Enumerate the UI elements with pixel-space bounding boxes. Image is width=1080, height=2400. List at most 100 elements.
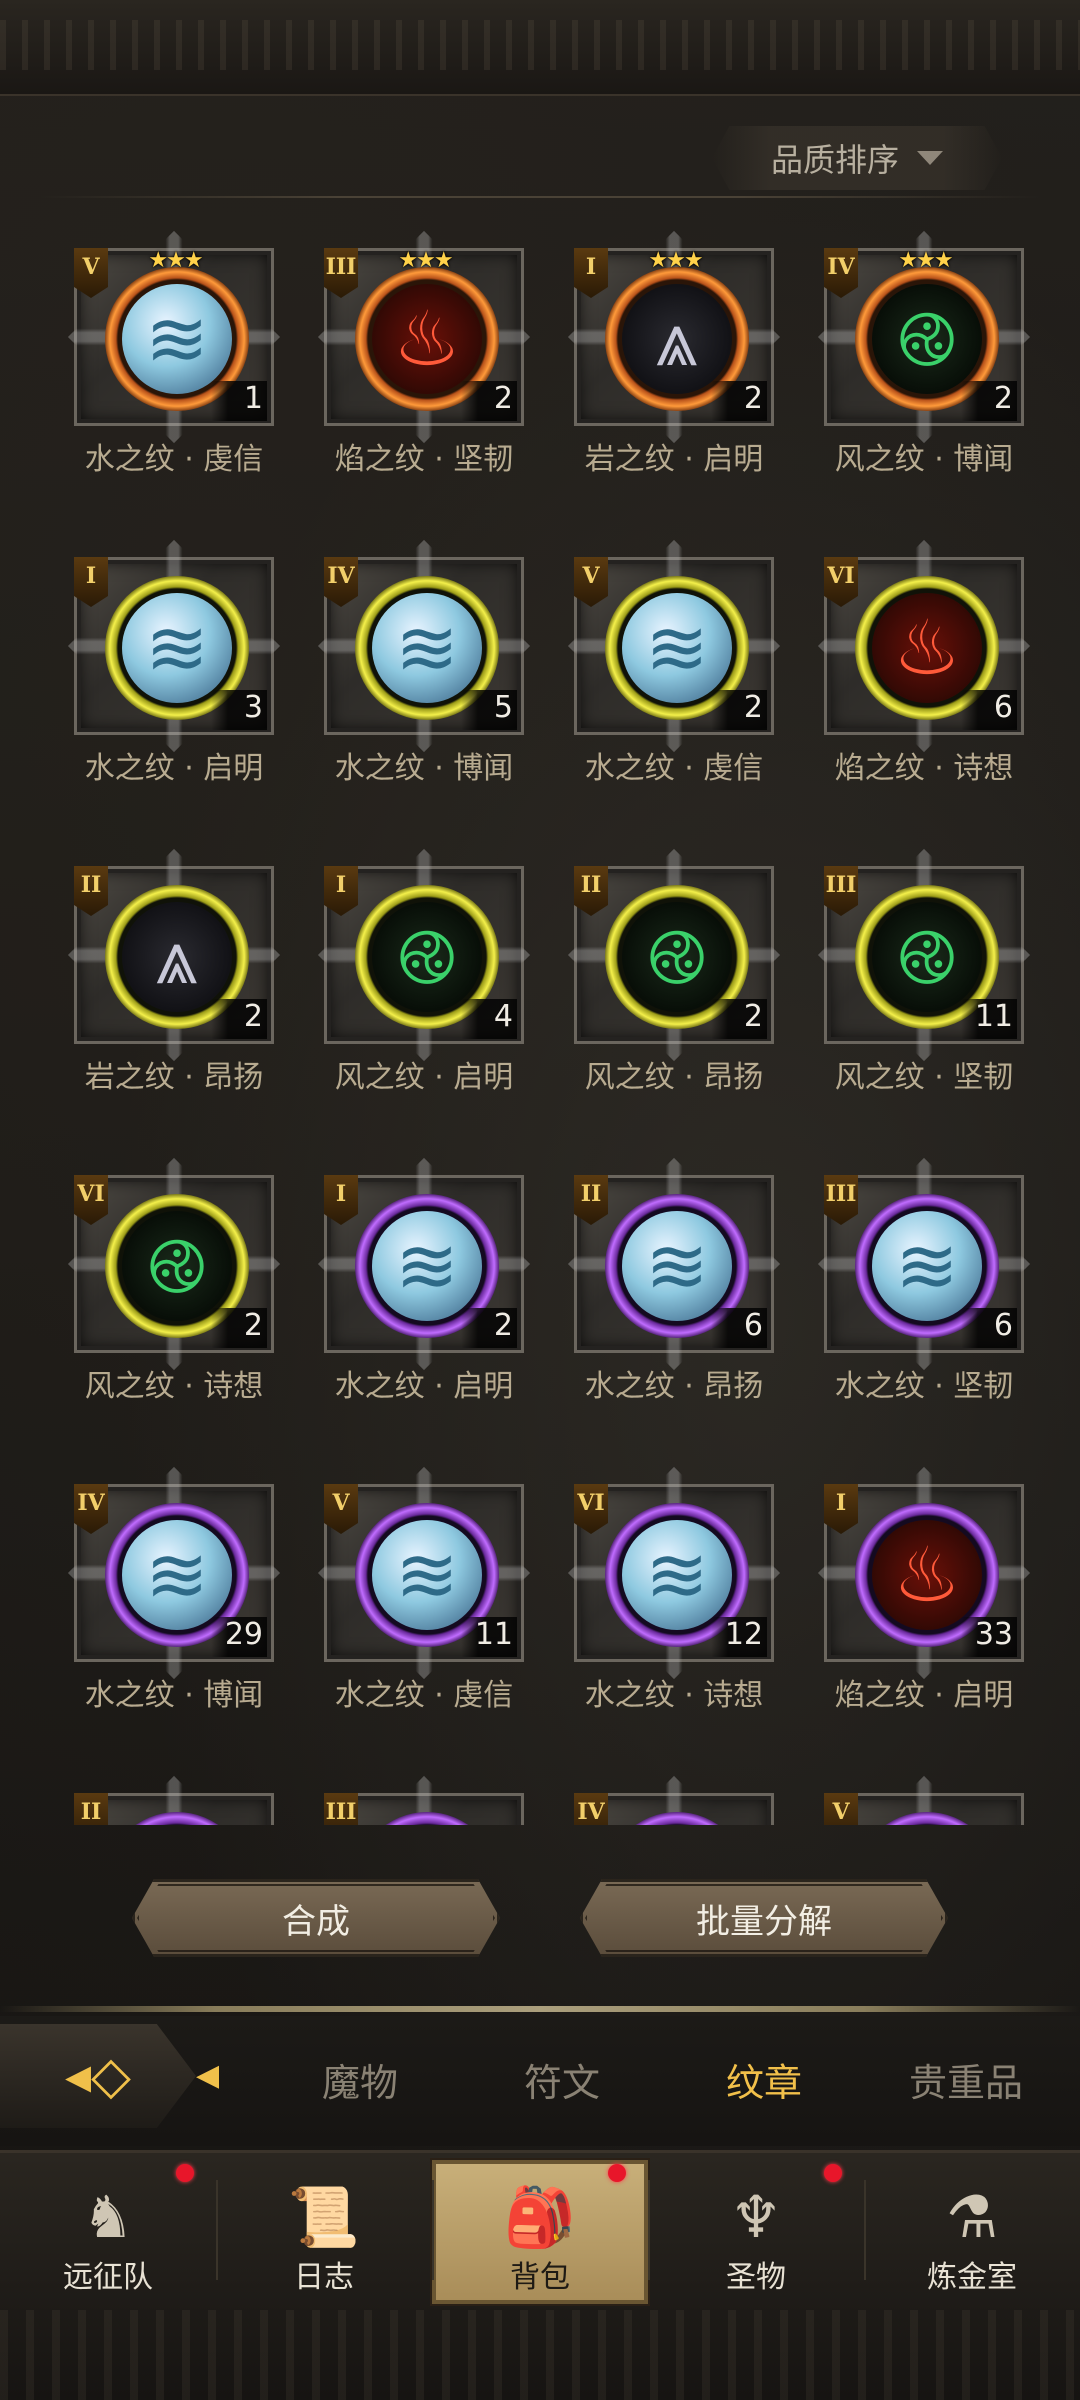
nav-item-5[interactable]: ⚗ 炼金室 xyxy=(864,2160,1080,2304)
emblem-item[interactable]: ≋ 29 IV 水之纹 · 博闻 xyxy=(74,1484,274,1744)
tab-2[interactable]: 符文 xyxy=(462,2052,662,2112)
emblem-item[interactable]: ࿋ 11 III 风之纹 · 坚韧 xyxy=(824,866,1024,1126)
tab-4[interactable]: 贵重品 xyxy=(866,2052,1066,2112)
emblem-medal: ≋ xyxy=(605,1812,749,1825)
rock-emblem-icon: ⩓ xyxy=(622,284,732,394)
emblem-item[interactable]: ≋ 6 II 水之纹 · 昂扬 xyxy=(574,1175,774,1435)
emblem-item[interactable]: ⩓ 2 I ★★★ 岩之纹 · 启明 xyxy=(574,248,774,508)
item-count: 2 xyxy=(711,999,767,1039)
emblem-medal: ≋ xyxy=(105,1812,249,1825)
water-emblem-icon: ≋ xyxy=(622,1211,732,1321)
emblem-item[interactable]: ≋ 5 IV 水之纹 · 博闻 xyxy=(324,557,524,817)
water-emblem-icon: ≋ xyxy=(622,1520,732,1630)
nav-label: 圣物 xyxy=(726,2260,786,2295)
bottom-ornament xyxy=(0,2310,1080,2400)
emblem-item[interactable]: ࿋ 2 VI 风之纹 · 诗想 xyxy=(74,1175,274,1435)
emblem-name: 水之纹 · 诗想 xyxy=(584,1678,764,1713)
rock-emblem-icon: ⩓ xyxy=(122,902,232,1012)
back-arrow-button[interactable]: ◂◇ xyxy=(0,2024,196,2128)
emblem-item[interactable]: ࿋ 4 I 风之纹 · 启明 xyxy=(324,866,524,1126)
emblem-item[interactable]: ≋ IV xyxy=(574,1793,774,1825)
item-count: 11 xyxy=(461,1617,517,1657)
emblem-item[interactable]: ≋ 2 I 水之纹 · 启明 xyxy=(324,1175,524,1435)
scroll-left-icon[interactable]: ◀ xyxy=(196,2058,219,2093)
notification-dot xyxy=(824,2164,842,2182)
emblem-item[interactable]: ≋ V xyxy=(824,1793,1024,1825)
item-count: 3 xyxy=(211,690,267,730)
item-count: 2 xyxy=(211,1308,267,1348)
water-emblem-icon: ≋ xyxy=(372,593,482,703)
notification-dot xyxy=(176,2164,194,2182)
emblem-name: 焰之纹 · 坚韧 xyxy=(334,442,514,477)
emblem-item[interactable]: ≋ 2 V 水之纹 · 虔信 xyxy=(574,557,774,817)
gold-divider xyxy=(0,2006,1080,2012)
nav-separator xyxy=(864,2180,866,2280)
emblem-name: 焰之纹 · 启明 xyxy=(834,1678,1014,1713)
emblem-name: 水之纹 · 启明 xyxy=(84,751,264,786)
item-count: 2 xyxy=(211,999,267,1039)
emblem-name: 水之纹 · 虔信 xyxy=(584,751,764,786)
torch-icon: ♆ xyxy=(730,2183,782,2251)
item-count: 29 xyxy=(211,1617,267,1657)
emblem-name: 风之纹 · 启明 xyxy=(334,1060,514,1095)
item-count: 4 xyxy=(461,999,517,1039)
emblem-item[interactable]: ≋ III xyxy=(324,1793,524,1825)
nav-separator xyxy=(216,2180,218,2280)
emblem-item[interactable]: ♨ 6 VI 焰之纹 · 诗想 xyxy=(824,557,1024,817)
emblem-item[interactable]: ≋ 6 III 水之纹 · 坚韧 xyxy=(824,1175,1024,1435)
notification-dot xyxy=(608,2164,626,2182)
emblem-item[interactable]: ≋ 11 V 水之纹 · 虔信 xyxy=(324,1484,524,1744)
wind-emblem-icon: ࿋ xyxy=(872,902,982,1012)
item-count: 2 xyxy=(961,381,1017,421)
item-count: 2 xyxy=(461,1308,517,1348)
arrow-left-icon: ◂◇ xyxy=(64,2046,132,2106)
nav-item-2[interactable]: 📜 日志 xyxy=(216,2160,432,2304)
emblem-item[interactable]: ≋ 3 I 水之纹 · 启明 xyxy=(74,557,274,817)
fire-emblem-icon: ♨ xyxy=(872,1520,982,1630)
tier-badge: II xyxy=(74,1793,108,1825)
emblem-item[interactable]: ♨ 2 III ★★★ 焰之纹 · 坚韧 xyxy=(324,248,524,508)
star-rating: ★★★ xyxy=(398,248,453,273)
emblem-item[interactable]: ♨ 33 I 焰之纹 · 启明 xyxy=(824,1484,1024,1744)
water-emblem-icon: ≋ xyxy=(872,1211,982,1321)
emblem-item[interactable]: ≋ 1 V ★★★ 水之纹 · 虔信 xyxy=(74,248,274,508)
emblem-item[interactable]: ࿋ 2 II 风之纹 · 昂扬 xyxy=(574,866,774,1126)
tab-3[interactable]: 纹章 xyxy=(664,2052,864,2112)
scroll-icon: 📜 xyxy=(287,2183,361,2251)
item-count: 2 xyxy=(711,381,767,421)
emblem-name: 水之纹 · 虔信 xyxy=(334,1678,514,1713)
emblem-name: 风之纹 · 诗想 xyxy=(84,1369,264,1404)
emblem-item[interactable]: ⩓ 2 II 岩之纹 · 昂扬 xyxy=(74,866,274,1126)
emblem-name: 风之纹 · 博闻 xyxy=(834,442,1014,477)
batch-decompose-button[interactable]: 批量分解 xyxy=(580,1879,948,1957)
item-count: 1 xyxy=(211,381,267,421)
nav-label: 炼金室 xyxy=(927,2260,1017,2295)
backpack-icon: 🎒 xyxy=(503,2183,577,2251)
fire-emblem-icon: ♨ xyxy=(372,284,482,394)
nav-item-4[interactable]: ♆ 圣物 xyxy=(648,2160,864,2304)
item-count: 12 xyxy=(711,1617,767,1657)
emblem-item[interactable]: ࿋ 2 IV ★★★ 风之纹 · 博闻 xyxy=(824,248,1024,508)
emblem-medal: ≋ xyxy=(355,1812,499,1825)
star-rating: ★★★ xyxy=(148,248,203,273)
wind-emblem-icon: ࿋ xyxy=(122,1211,232,1321)
emblem-name: 风之纹 · 坚韧 xyxy=(834,1060,1014,1095)
emblem-name: 水之纹 · 昂扬 xyxy=(584,1369,764,1404)
combine-button[interactable]: 合成 xyxy=(132,1879,500,1957)
emblem-item[interactable]: ≋ 12 VI 水之纹 · 诗想 xyxy=(574,1484,774,1744)
item-count: 2 xyxy=(461,381,517,421)
water-emblem-icon: ≋ xyxy=(122,593,232,703)
viking-helmet-icon: ♞ xyxy=(82,2183,134,2251)
nav-item-1[interactable]: ♞ 远征队 xyxy=(0,2160,216,2304)
nav-label: 远征队 xyxy=(63,2260,153,2295)
emblem-item[interactable]: ≋ II xyxy=(74,1793,274,1825)
nav-item-3[interactable]: 🎒 背包 xyxy=(432,2160,648,2304)
alchemy-icon: ⚗ xyxy=(946,2183,998,2251)
item-count: 11 xyxy=(961,999,1017,1039)
wind-emblem-icon: ࿋ xyxy=(622,902,732,1012)
emblem-medal: ≋ xyxy=(855,1812,999,1825)
tab-1[interactable]: 魔物 xyxy=(260,2052,460,2112)
nav-separator xyxy=(432,2180,434,2280)
combine-label: 合成 xyxy=(282,1901,350,1942)
item-count: 6 xyxy=(711,1308,767,1348)
